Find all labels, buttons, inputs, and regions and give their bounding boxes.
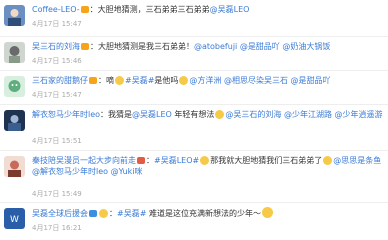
emoji-icon — [200, 156, 210, 165]
username[interactable]: 吴磊全球后援会 — [32, 209, 88, 218]
emoji-icon — [215, 110, 225, 119]
comment-timestamp: 4月17日 15:47 — [32, 91, 82, 99]
avatar[interactable] — [4, 5, 25, 26]
mention-link[interactable]: @少年逍遥游 — [335, 110, 383, 119]
mention-link[interactable]: @吴磊LEO — [132, 110, 172, 119]
hashtag-link[interactable]: #吴磊# — [125, 76, 154, 85]
vip-badge-icon — [81, 43, 89, 50]
comment-text: 秦技陪吴漫员一起大步向前走 ：#吴磊LEO# 那我就大胆地猜我们三石弟弟了 @思思是条… — [32, 155, 384, 177]
comment-text: Coffee-LEO- ：大胆地猜测，三石弟弟三石弟弟@吴磊LEO — [32, 4, 384, 15]
comment-timestamp: 4月17日 16:21 — [32, 224, 82, 232]
comment-item: 秦技陪吴漫员一起大步向前走 ：#吴磊LEO# 那我就大胆地猜我们三石弟弟了 @思思是条… — [0, 150, 388, 202]
hashtag-link[interactable]: #吴磊LEO# — [154, 156, 199, 165]
comment-text: 解衣恕马少年时leo：我猜是@吴磊LEO 年轻有想法 @吴三石的刘海 @少年江湖路… — [32, 109, 384, 120]
mention-link[interactable]: @是甜品吖 — [291, 76, 331, 85]
mention-link[interactable]: @解衣恕马少年时leo — [32, 167, 108, 176]
mention-link[interactable]: @吴磊LEO — [210, 5, 250, 14]
mention-link[interactable]: @方洋洲 — [189, 76, 221, 85]
comment-body: ： — [146, 156, 154, 165]
comment-timestamp: 4月17日 15:46 — [32, 57, 82, 65]
comment-timestamp: 4月17日 15:47 — [32, 20, 82, 28]
mention-link[interactable]: @atobefuji — [194, 42, 237, 51]
avatar[interactable]: W — [4, 208, 25, 229]
emoji-icon — [179, 76, 189, 85]
svg-text:W: W — [10, 215, 19, 225]
mention-link[interactable]: @是甜品吖 — [240, 42, 280, 51]
avatar[interactable] — [4, 42, 25, 63]
mention-link[interactable]: @奶油大锅饭 — [282, 42, 330, 51]
comment-feed: Coffee-LEO- ：大胆地猜测，三石弟弟三石弟弟@吴磊LEO 4月17日 1… — [0, 0, 388, 240]
mention-link[interactable]: @思思是条鱼 — [333, 156, 381, 165]
mention-link[interactable]: @相思尽染吴三石 — [224, 76, 288, 85]
comment-item: 解衣恕马少年时leo：我猜是@吴磊LEO 年轻有想法 @吴三石的刘海 @少年江湖路… — [0, 104, 388, 150]
vip-badge-icon — [137, 157, 145, 164]
comment-body: ： — [109, 209, 117, 218]
comment-body: ：大胆地猜测，三石弟弟三石弟弟 — [89, 5, 210, 14]
comment-timestamp: 4月17日 15:49 — [32, 190, 82, 198]
verified-badge-icon — [89, 210, 97, 217]
username[interactable]: 解衣恕马少年时leo — [32, 110, 100, 119]
hashtag-link[interactable]: #吴磊# — [117, 209, 146, 218]
comment-body: 那我就大胆地猜我们三石弟弟了 — [210, 156, 323, 165]
comment-body: ：我猜是 — [100, 110, 133, 119]
comment-item: 三石家的甜鹅仔 ：嘀 #吴磊#是他吗 @方洋洲 @相思尽染吴三石 @是甜品吖 4月17… — [0, 70, 388, 104]
emoji-icon — [115, 76, 124, 85]
comment-text: 吴磊全球后援会 ：#吴磊# 难道是这位充满新想法的少年～ — [32, 207, 384, 219]
emoji-icon — [323, 156, 333, 165]
mention-link[interactable]: @吴三石的刘海 — [225, 110, 281, 119]
smile-emoji-icon — [261, 207, 273, 218]
avatar[interactable] — [4, 110, 25, 131]
comment-body: 年轻有想法 — [174, 110, 215, 119]
emoji-icon — [99, 209, 108, 218]
comment-timestamp: 4月17日 15:51 — [32, 137, 82, 145]
comment-body: ：嘀 — [98, 76, 114, 85]
username[interactable]: Coffee-LEO- — [32, 5, 80, 14]
mention-link[interactable]: @少年江湖路 — [284, 110, 332, 119]
username[interactable]: 秦技陪吴漫员一起大步向前走 — [32, 156, 136, 165]
avatar[interactable] — [4, 76, 25, 97]
comment-text: 吴三石的刘海 ：大胆地猜测是我三石弟弟！@atobefuji @是甜品吖 @奶油大… — [32, 41, 384, 52]
comment-body: ：大胆地猜测是我三石弟弟！ — [90, 42, 194, 51]
avatar[interactable] — [4, 156, 25, 177]
comment-body: 难道是这位充满新想法的少年～ — [148, 209, 261, 218]
mention-link[interactable]: @Yuki咪 — [111, 167, 143, 176]
comment-item: Coffee-LEO- ：大胆地猜测，三石弟弟三石弟弟@吴磊LEO 4月17日 1… — [0, 0, 388, 36]
comment-body: 是他吗 — [154, 76, 179, 85]
vip-badge-icon — [89, 77, 97, 84]
username[interactable]: 三石家的甜鹅仔 — [32, 76, 88, 85]
vip-badge-icon — [80, 6, 89, 13]
username[interactable]: 吴三石的刘海 — [32, 42, 80, 51]
comment-item: 吴三石的刘海 ：大胆地猜测是我三石弟弟！@atobefuji @是甜品吖 @奶油大… — [0, 36, 388, 70]
comment-item: W 吴磊全球后援会 ：#吴磊# 难道是这位充满新想法的少年～ 4月17日 16:2… — [0, 202, 388, 240]
comment-text: 三石家的甜鹅仔 ：嘀 #吴磊#是他吗 @方洋洲 @相思尽染吴三石 @是甜品吖 — [32, 75, 384, 86]
